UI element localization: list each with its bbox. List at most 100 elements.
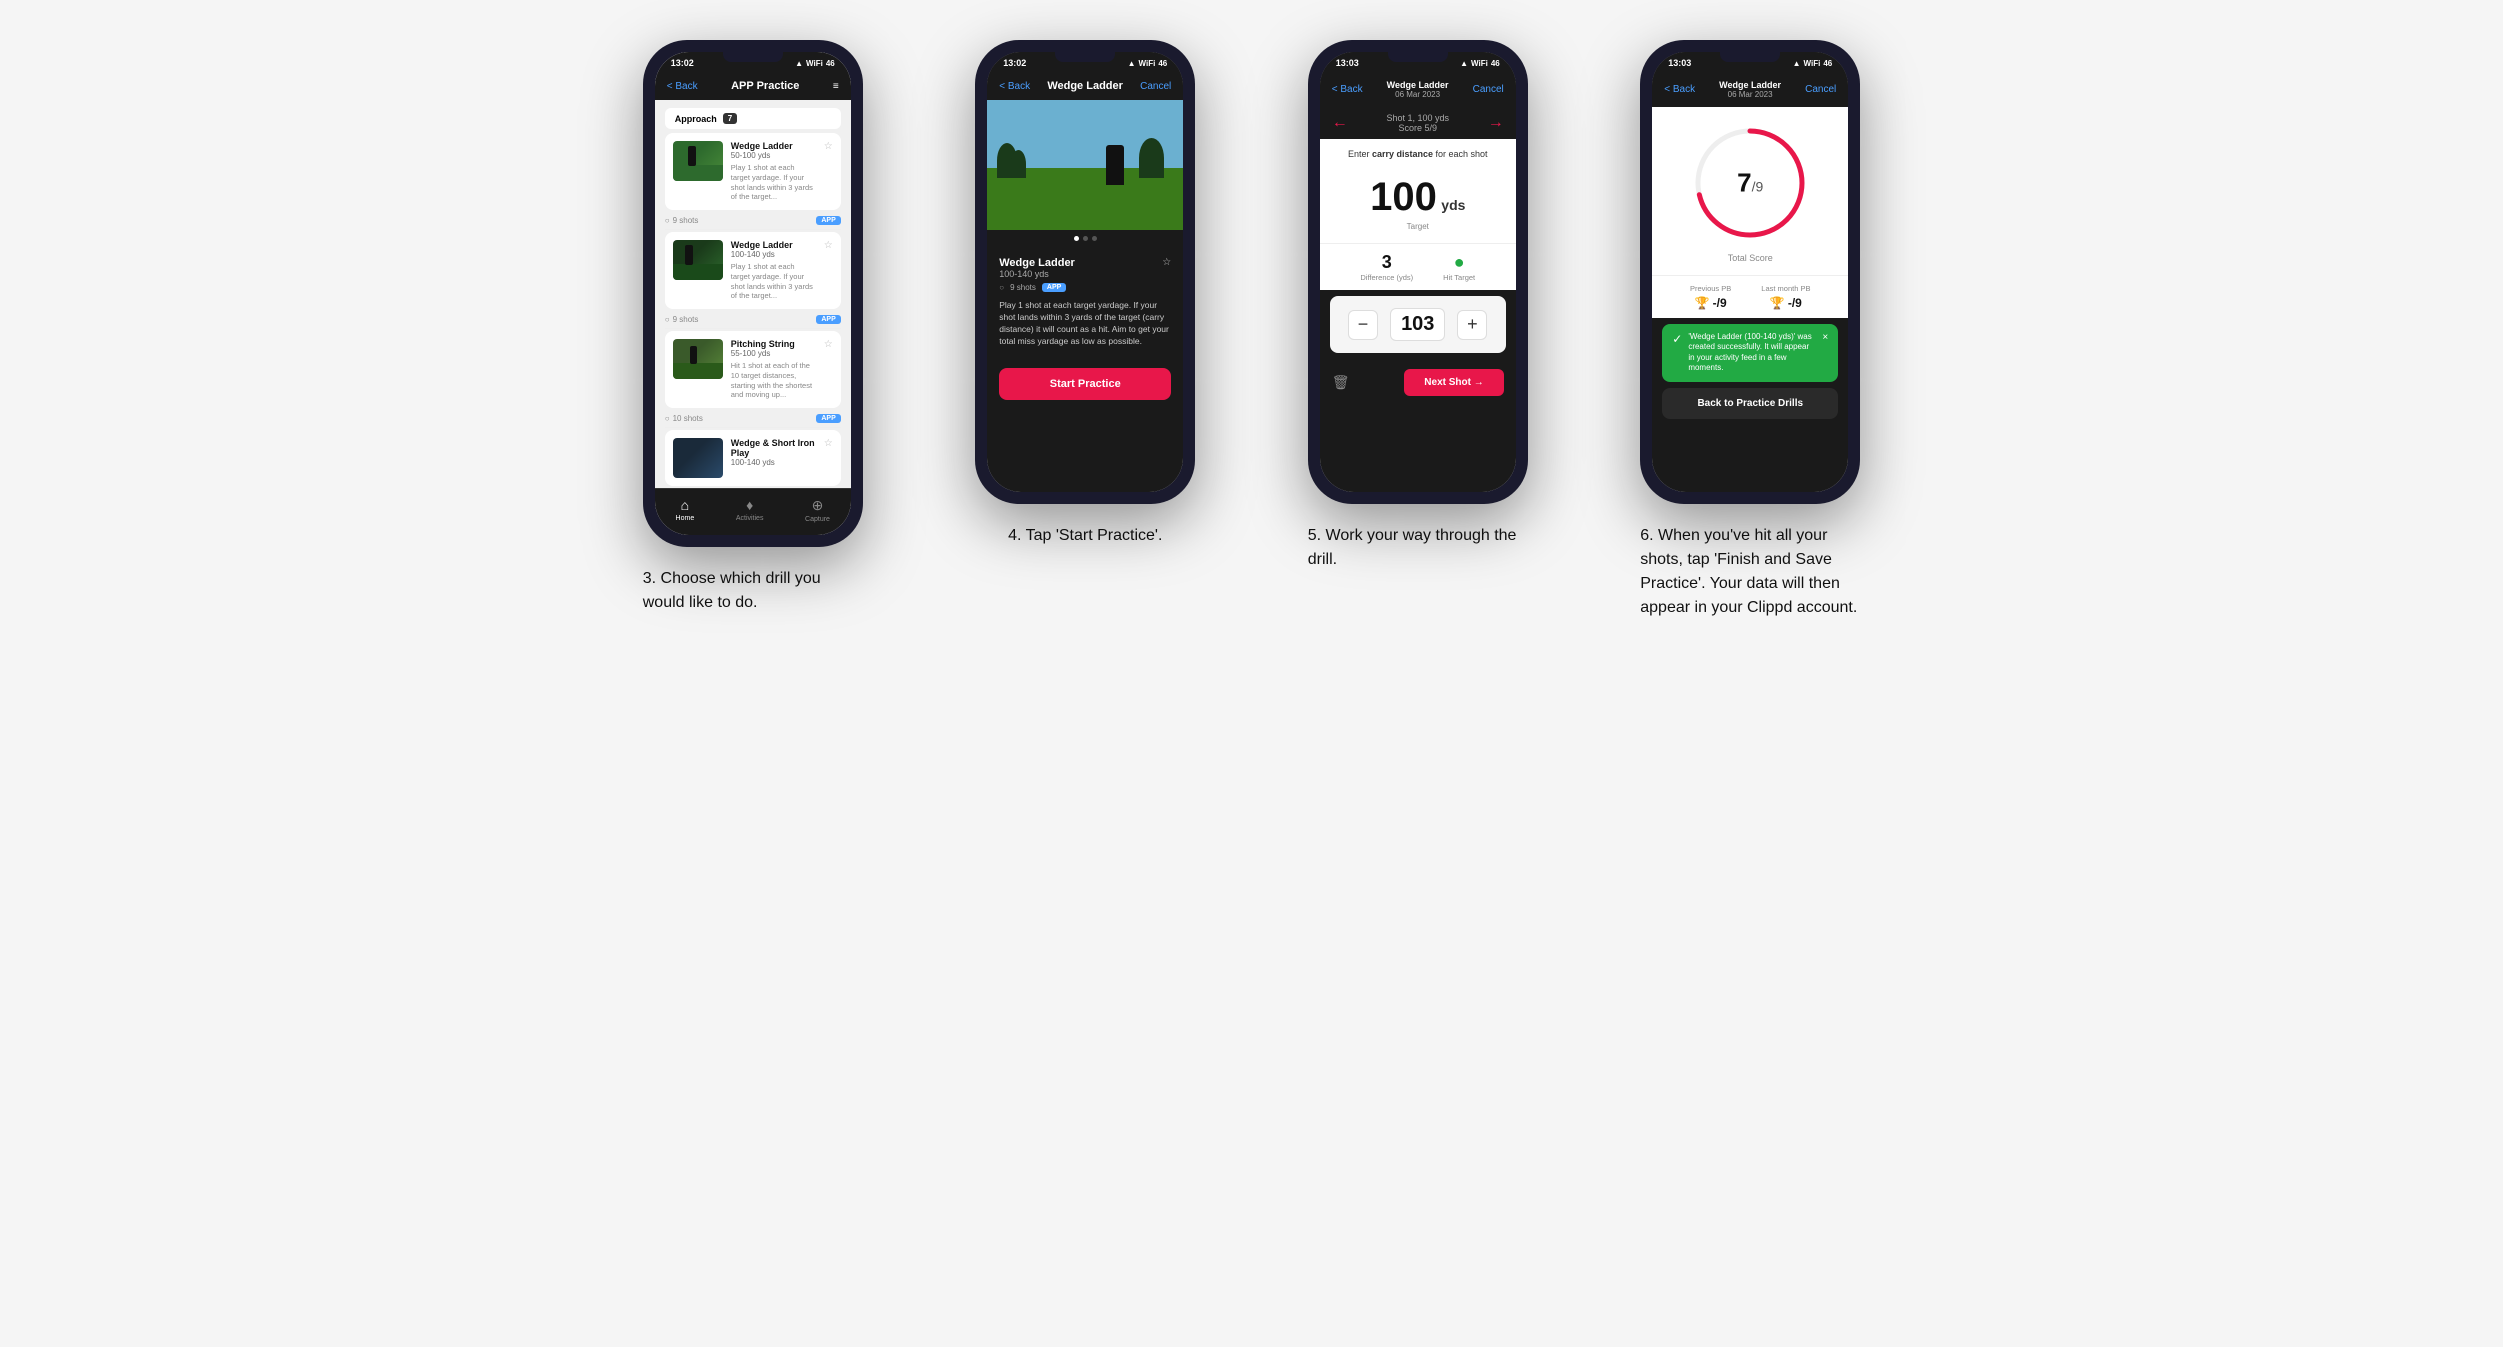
nav-title-line2-4: 06 Mar 2023 — [1719, 90, 1781, 99]
star-icon-detail-2[interactable]: ☆ — [1162, 257, 1171, 268]
drill-desc-1: Play 1 shot at each target yardage. If y… — [731, 163, 816, 202]
caption-2: 4. Tap 'Start Practice'. — [1008, 524, 1162, 548]
decrement-button-3[interactable]: − — [1348, 310, 1378, 340]
drill-name-1: Wedge Ladder — [731, 141, 816, 151]
phone-section-1: 13:02 ▲ WiFi 46 < Back APP Practice ≡ — [602, 40, 905, 615]
pb-row-4: Previous PB 🏆 -/9 Last month PB 🏆 -/9 — [1652, 275, 1848, 318]
drill-footer-1: ○ 9 shots APP — [665, 214, 841, 227]
app-badge-2: APP — [816, 315, 840, 324]
time-2: 13:02 — [1003, 58, 1026, 68]
phone-inner-1: 13:02 ▲ WiFi 46 < Back APP Practice ≡ — [655, 52, 851, 535]
drill-thumb-4 — [673, 438, 723, 478]
pb-previous-4: Previous PB 🏆 -/9 — [1690, 284, 1731, 310]
drill-info-2: Wedge Ladder 100-140 yds Play 1 shot at … — [731, 240, 816, 301]
category-label-1: Approach — [675, 114, 717, 124]
toast-text-4: 'Wedge Ladder (100-140 yds)' was created… — [1688, 332, 1816, 374]
bottom-nav-1: ⌂ Home ♦ Activities ⊕ Capture — [655, 488, 851, 535]
nav-menu-1[interactable]: ≡ — [833, 81, 839, 92]
detail-shots-2: 9 shots — [1010, 283, 1036, 292]
nav-back-1[interactable]: < Back — [667, 81, 698, 92]
next-shot-button-3[interactable]: Next Shot → — [1404, 369, 1503, 396]
bottom-nav-capture[interactable]: ⊕ Capture — [805, 497, 830, 523]
nav-title-2: Wedge Ladder — [1047, 80, 1123, 92]
bottom-nav-home[interactable]: ⌂ Home — [676, 497, 695, 523]
pb-previous-label-4: Previous PB — [1690, 284, 1731, 293]
drill-item-4[interactable]: Wedge & Short Iron Play 100-140 yds ☆ — [665, 430, 841, 486]
nav-cancel-4[interactable]: Cancel — [1805, 84, 1836, 95]
drill-shots-1: ○ 9 shots — [665, 216, 699, 225]
score-denom-4: /9 — [1752, 179, 1764, 195]
page-dots-2 — [987, 230, 1183, 247]
input-row-3: − 103 + — [1330, 296, 1506, 353]
dot-2 — [1083, 236, 1088, 241]
nav-title-line2-3: 06 Mar 2023 — [1387, 90, 1449, 99]
score-circle-4: 7/9 — [1690, 123, 1810, 243]
capture-icon: ⊕ — [812, 497, 824, 514]
detail-yds-2: 100-140 yds — [999, 269, 1075, 279]
drill-name-4: Wedge & Short Iron Play — [731, 438, 816, 458]
carry-instruction-3: Enter carry distance for each shot — [1320, 139, 1516, 165]
target-unit-3: yds — [1441, 197, 1465, 213]
shot-nav-3: ← Shot 1, 100 yds Score 5/9 → — [1320, 107, 1516, 139]
phone-inner-3: 13:03 ▲WiFi46 < Back Wedge Ladder 06 Mar… — [1320, 52, 1516, 492]
pb-lastmonth-value-4: 🏆 -/9 — [1761, 296, 1810, 310]
notch-3 — [1388, 52, 1448, 62]
phone-section-3: 13:03 ▲WiFi46 < Back Wedge Ladder 06 Mar… — [1267, 40, 1570, 572]
app-badge-1: APP — [816, 216, 840, 225]
drill-yds-3: 55-100 yds — [731, 349, 816, 358]
score-circle-container-4: 7/9 Total Score — [1652, 107, 1848, 275]
drill-yds-2: 100-140 yds — [731, 250, 816, 259]
dot-active-2 — [1074, 236, 1079, 241]
nav-back-2[interactable]: < Back — [999, 81, 1030, 92]
drill-item-1[interactable]: Wedge Ladder 50-100 yds Play 1 shot at e… — [665, 133, 841, 210]
result-row-3: 3 Difference (yds) ● Hit Target — [1320, 243, 1516, 290]
app-badge-detail-2: APP — [1042, 283, 1066, 292]
target-distance-3: 100 yds Target — [1320, 165, 1516, 243]
nav-cancel-3[interactable]: Cancel — [1473, 84, 1504, 95]
nav-cancel-2[interactable]: Cancel — [1140, 81, 1171, 92]
clock-icon-2: ○ — [665, 315, 670, 324]
drill-thumb-2 — [673, 240, 723, 280]
phone-inner-4: 13:03 ▲WiFi46 < Back Wedge Ladder 06 Mar… — [1652, 52, 1848, 492]
next-shot-bar-3: 🗑 Next Shot → — [1320, 359, 1516, 406]
star-icon-2[interactable]: ☆ — [824, 240, 833, 251]
home-icon: ⌂ — [681, 497, 689, 513]
pb-lastmonth-4: Last month PB 🏆 -/9 — [1761, 284, 1810, 310]
status-icons-1: ▲ WiFi 46 — [795, 59, 835, 68]
start-practice-button[interactable]: Start Practice — [999, 368, 1171, 400]
result-hit-label-3: Hit Target — [1443, 273, 1475, 282]
shot-score-3: Score 5/9 — [1386, 123, 1449, 133]
page-container: 13:02 ▲ WiFi 46 < Back APP Practice ≡ — [602, 40, 1902, 620]
star-icon-4[interactable]: ☆ — [824, 438, 833, 449]
input-display-3[interactable]: 103 — [1390, 308, 1445, 341]
star-icon-1[interactable]: ☆ — [824, 141, 833, 152]
caption-4: 6. When you've hit all your shots, tap '… — [1640, 524, 1860, 620]
nav-back-3[interactable]: < Back — [1332, 84, 1363, 95]
nav-bar-4: < Back Wedge Ladder 06 Mar 2023 Cancel — [1652, 72, 1848, 107]
drill-footer-2: ○ 9 shots APP — [665, 313, 841, 326]
phone-screen-1: 13:02 ▲ WiFi 46 < Back APP Practice ≡ — [655, 52, 851, 535]
back-to-drills-button[interactable]: Back to Practice Drills — [1662, 388, 1838, 419]
toast-close-4[interactable]: × — [1822, 332, 1828, 343]
bottom-nav-activities[interactable]: ♦ Activities — [736, 497, 764, 523]
next-arrow-3[interactable]: → — [1488, 114, 1504, 132]
drill-item-2[interactable]: Wedge Ladder 100-140 yds Play 1 shot at … — [665, 232, 841, 309]
detail-shots-row-2: ○ 9 shots APP — [999, 283, 1171, 292]
nav-title-line1-4: Wedge Ladder — [1719, 80, 1781, 90]
drill-thumb-3 — [673, 339, 723, 379]
capture-label: Capture — [805, 516, 830, 523]
target-label-3: Target — [1320, 222, 1516, 239]
nav-bar-3: < Back Wedge Ladder 06 Mar 2023 Cancel — [1320, 72, 1516, 107]
hit-target-icon-3: ● — [1443, 252, 1475, 273]
drill-item-3[interactable]: Pitching String 55-100 yds Hit 1 shot at… — [665, 331, 841, 408]
increment-button-3[interactable]: + — [1457, 310, 1487, 340]
notch-4 — [1720, 52, 1780, 62]
score-text-4: 7/9 — [1737, 168, 1763, 199]
star-icon-3[interactable]: ☆ — [824, 339, 833, 350]
trash-icon-3[interactable]: 🗑 — [1332, 374, 1350, 391]
clock-icon-1: ○ — [665, 216, 670, 225]
total-score-label-4: Total Score — [1728, 253, 1773, 263]
notch-1 — [723, 52, 783, 62]
nav-back-4[interactable]: < Back — [1664, 84, 1695, 95]
prev-arrow-3[interactable]: ← — [1332, 114, 1348, 132]
